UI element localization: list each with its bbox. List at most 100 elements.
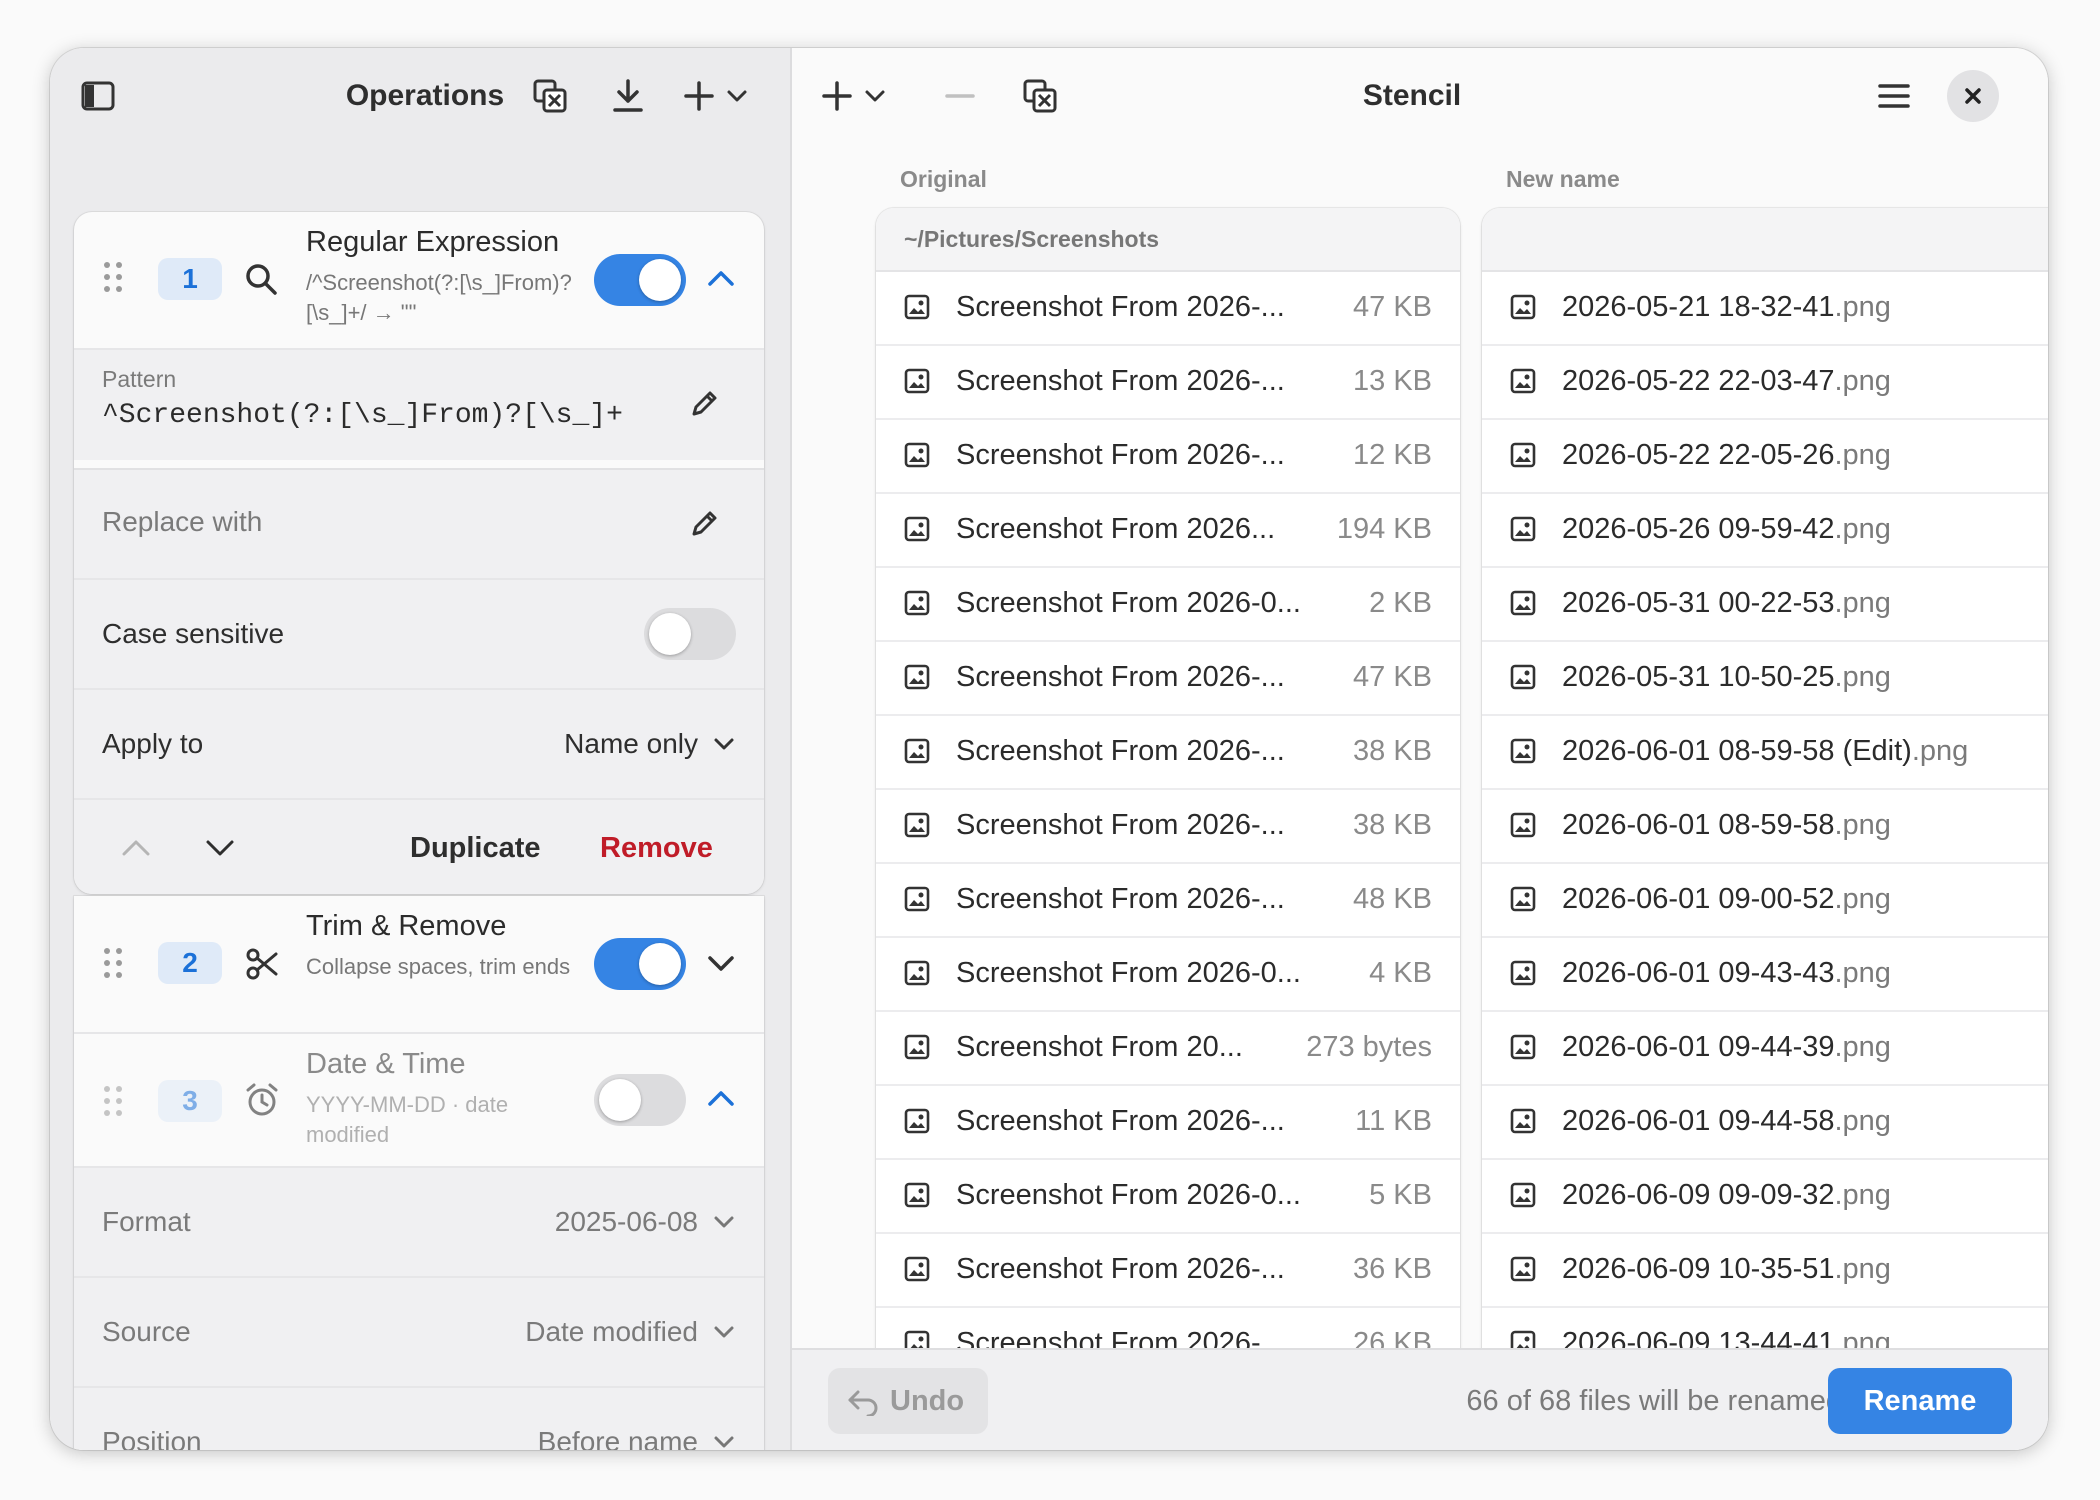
position-value[interactable]: Before name bbox=[538, 1426, 698, 1450]
new-file-extension: .png bbox=[1834, 439, 1891, 471]
new-file-row[interactable]: 2026-06-01 09-44-39.png bbox=[1482, 1010, 2048, 1086]
original-file-row[interactable]: Screenshot From 2026-... 12 KB bbox=[876, 418, 1460, 494]
new-file-base: 2026-06-01 09-00-52 bbox=[1562, 883, 1835, 915]
add-files-menu-button[interactable] bbox=[816, 68, 896, 124]
copy-icon[interactable] bbox=[1012, 68, 1068, 124]
operation-enabled-toggle[interactable] bbox=[594, 254, 686, 306]
original-file-row[interactable]: Screenshot From 2026... 194 KB bbox=[876, 492, 1460, 568]
format-row[interactable]: Format 2025-06-08 bbox=[74, 1166, 764, 1276]
new-file-base: 2026-06-01 09-44-58 bbox=[1562, 1105, 1835, 1137]
image-file-icon bbox=[904, 368, 930, 399]
chevron-down-icon[interactable] bbox=[712, 1432, 736, 1450]
case-sensitive-row[interactable]: Case sensitive bbox=[74, 578, 764, 688]
source-row[interactable]: Source Date modified bbox=[74, 1276, 764, 1386]
chevron-down-icon[interactable] bbox=[706, 952, 736, 981]
remove-button[interactable]: Remove bbox=[600, 832, 713, 865]
chevron-down-icon[interactable] bbox=[712, 1212, 736, 1237]
new-file-row[interactable]: 2026-06-09 10-35-51.png bbox=[1482, 1232, 2048, 1308]
new-file-extension: .png bbox=[1834, 661, 1891, 693]
operation-header[interactable]: 1 Regular Expression /^Screenshot(?:[\s_… bbox=[74, 212, 764, 348]
original-file-row[interactable]: Screenshot From 2026-0... 2 KB bbox=[876, 566, 1460, 642]
drag-handle-icon[interactable] bbox=[102, 260, 124, 299]
new-file-row[interactable]: 2026-05-31 10-50-25.png bbox=[1482, 640, 2048, 716]
original-file-row[interactable]: Screenshot From 2026-... 47 KB bbox=[876, 640, 1460, 716]
new-file-row[interactable]: 2026-06-09 09-09-32.png bbox=[1482, 1158, 2048, 1234]
new-file-name: 2026-06-01 08-59-58 (Edit).png bbox=[1562, 714, 1968, 788]
pattern-field[interactable]: Pattern ^Screenshot(?:[\s_]From)?[\s_]+ bbox=[74, 348, 764, 460]
original-file-name: Screenshot From 2026-... bbox=[956, 1105, 1285, 1137]
new-file-base: 2026-06-01 08-59-58 bbox=[1562, 809, 1835, 841]
new-file-row[interactable]: 2026-06-01 09-00-52.png bbox=[1482, 862, 2048, 938]
minus-icon[interactable] bbox=[932, 68, 988, 124]
undo-label: Undo bbox=[890, 1385, 965, 1417]
original-file-row[interactable]: Screenshot From 2026-... 47 KB bbox=[876, 270, 1460, 346]
operation-enabled-toggle[interactable] bbox=[594, 1074, 686, 1126]
case-sensitive-toggle[interactable] bbox=[644, 608, 736, 660]
chevron-up-icon[interactable] bbox=[706, 266, 736, 295]
operations-list[interactable]: 1 Regular Expression /^Screenshot(?:[\s_… bbox=[50, 144, 790, 1450]
new-file-row[interactable]: 2026-05-31 00-22-53.png bbox=[1482, 566, 2048, 642]
new-file-row[interactable]: 2026-05-21 18-32-41.png bbox=[1482, 270, 2048, 346]
image-file-icon bbox=[1510, 294, 1536, 325]
original-file-row[interactable]: Screenshot From 2026-... 38 KB bbox=[876, 788, 1460, 864]
operation-header-trim[interactable]: 2 Trim & Remove Collapse spaces, trim en… bbox=[74, 896, 764, 1032]
position-row[interactable]: Position Before name bbox=[74, 1386, 764, 1450]
new-file-row[interactable]: 2026-06-01 08-59-58 (Edit).png bbox=[1482, 714, 2048, 790]
apply-to-value[interactable]: Name only bbox=[564, 728, 698, 760]
new-file-base: 2026-06-01 09-43-43 bbox=[1562, 957, 1835, 989]
original-file-row[interactable]: Screenshot From 2026-... 36 KB bbox=[876, 1232, 1460, 1308]
chevron-up-icon[interactable] bbox=[706, 1086, 736, 1115]
original-file-row[interactable]: Screenshot From 20... 273 bytes bbox=[876, 1010, 1460, 1086]
new-file-row[interactable]: 2026-05-26 09-59-42.png bbox=[1482, 492, 2048, 568]
duplicate-button[interactable]: Duplicate bbox=[410, 832, 541, 865]
operation-enabled-toggle[interactable] bbox=[594, 938, 686, 990]
undo-button[interactable]: Undo bbox=[828, 1368, 988, 1434]
replace-placeholder[interactable]: Replace with bbox=[102, 506, 262, 538]
add-operation-menu-button[interactable] bbox=[678, 68, 758, 124]
chevron-down-icon[interactable] bbox=[712, 734, 736, 759]
operation-header-date[interactable]: 3 Date & Time YYYY-MM-DD · date modified bbox=[74, 1032, 764, 1168]
new-file-row[interactable]: 2026-05-22 22-05-26.png bbox=[1482, 418, 2048, 494]
pencil-icon[interactable] bbox=[688, 508, 720, 545]
move-down-icon[interactable] bbox=[204, 836, 236, 865]
original-file-row[interactable]: Screenshot From 2026-0... 4 KB bbox=[876, 936, 1460, 1012]
rename-status: 66 of 68 files will be renamed bbox=[1466, 1385, 1842, 1417]
image-file-icon bbox=[1510, 590, 1536, 621]
new-file-extension: .png bbox=[1834, 1105, 1891, 1137]
close-icon[interactable] bbox=[1947, 70, 1999, 122]
pattern-input[interactable]: ^Screenshot(?:[\s_]From)?[\s_]+ bbox=[102, 400, 623, 431]
alarm-clock-icon bbox=[244, 1082, 280, 1123]
original-file-row[interactable]: Screenshot From 2026-... 11 KB bbox=[876, 1084, 1460, 1160]
replace-field[interactable]: Replace with bbox=[74, 468, 764, 578]
apply-to-row[interactable]: Apply to Name only bbox=[74, 688, 764, 798]
original-file-row[interactable]: Screenshot From 2026-... 48 KB bbox=[876, 862, 1460, 938]
sidebar-title: Operations bbox=[345, 79, 505, 112]
new-file-base: 2026-06-09 09-09-32 bbox=[1562, 1179, 1835, 1211]
file-size: 2 KB bbox=[1369, 587, 1432, 619]
new-file-row[interactable]: 2026-06-01 09-43-43.png bbox=[1482, 936, 2048, 1012]
move-up-icon[interactable] bbox=[120, 836, 152, 865]
new-file-name: 2026-06-09 09-09-32.png bbox=[1562, 1158, 1891, 1232]
new-names-list[interactable]: 2026-05-21 18-32-41.png 2026-05-22 22-03-… bbox=[1482, 208, 2048, 1408]
new-file-row[interactable]: 2026-06-01 09-44-58.png bbox=[1482, 1084, 2048, 1160]
sidebar-toggle-icon[interactable] bbox=[70, 68, 126, 124]
drag-handle-icon[interactable] bbox=[102, 1084, 124, 1123]
menu-icon[interactable] bbox=[1866, 68, 1922, 124]
chevron-down-icon[interactable] bbox=[712, 1322, 736, 1347]
image-file-icon bbox=[904, 886, 930, 917]
original-file-row[interactable]: Screenshot From 2026-0... 5 KB bbox=[876, 1158, 1460, 1234]
copy-icon[interactable] bbox=[522, 68, 578, 124]
drag-handle-icon[interactable] bbox=[102, 946, 124, 985]
new-file-row[interactable]: 2026-05-22 22-03-47.png bbox=[1482, 344, 2048, 420]
pencil-icon[interactable] bbox=[688, 388, 720, 425]
rename-button[interactable]: Rename bbox=[1828, 1368, 2012, 1434]
download-icon[interactable] bbox=[600, 68, 656, 124]
new-file-row[interactable]: 2026-06-01 08-59-58.png bbox=[1482, 788, 2048, 864]
format-value[interactable]: 2025-06-08 bbox=[555, 1206, 698, 1238]
original-file-row[interactable]: Screenshot From 2026-... 13 KB bbox=[876, 344, 1460, 420]
image-file-icon bbox=[1510, 1034, 1536, 1065]
new-file-extension: .png bbox=[1911, 735, 1969, 767]
original-file-row[interactable]: Screenshot From 2026-... 38 KB bbox=[876, 714, 1460, 790]
source-value[interactable]: Date modified bbox=[525, 1316, 698, 1348]
original-files-list[interactable]: ~/Pictures/Screenshots Screenshot From 2… bbox=[876, 208, 1460, 1408]
